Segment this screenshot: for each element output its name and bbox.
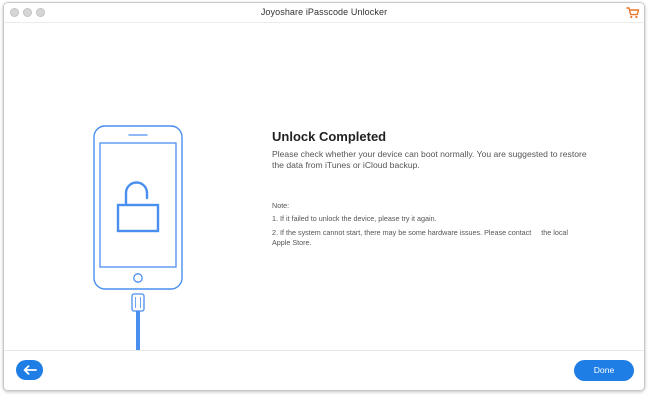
iphone-illustration — [92, 125, 184, 365]
main-content: Unlock Completed Please check whether yo… — [4, 23, 644, 365]
app-window: Joyoshare iPasscode Unlocker Unlock Comp… — [3, 2, 645, 391]
back-button[interactable] — [16, 360, 43, 380]
window-title: Joyoshare iPasscode Unlocker — [260, 7, 388, 17]
note-item: 1. If it failed to unlock the device, pl… — [272, 214, 437, 223]
arrow-left-icon — [23, 365, 37, 375]
footer-bar: Done — [4, 350, 644, 390]
note-title: Note: — [272, 201, 290, 210]
done-button[interactable]: Done — [574, 360, 634, 381]
completion-description: Please check whether your device can boo… — [272, 149, 587, 170]
page-title: Unlock Completed — [272, 129, 387, 144]
unlocked-padlock-icon — [114, 177, 162, 237]
shopping-cart-icon[interactable] — [626, 6, 640, 20]
title-bar: Joyoshare iPasscode Unlocker — [4, 3, 644, 23]
note-item: 2. If the system cannot start, there may… — [272, 228, 569, 247]
